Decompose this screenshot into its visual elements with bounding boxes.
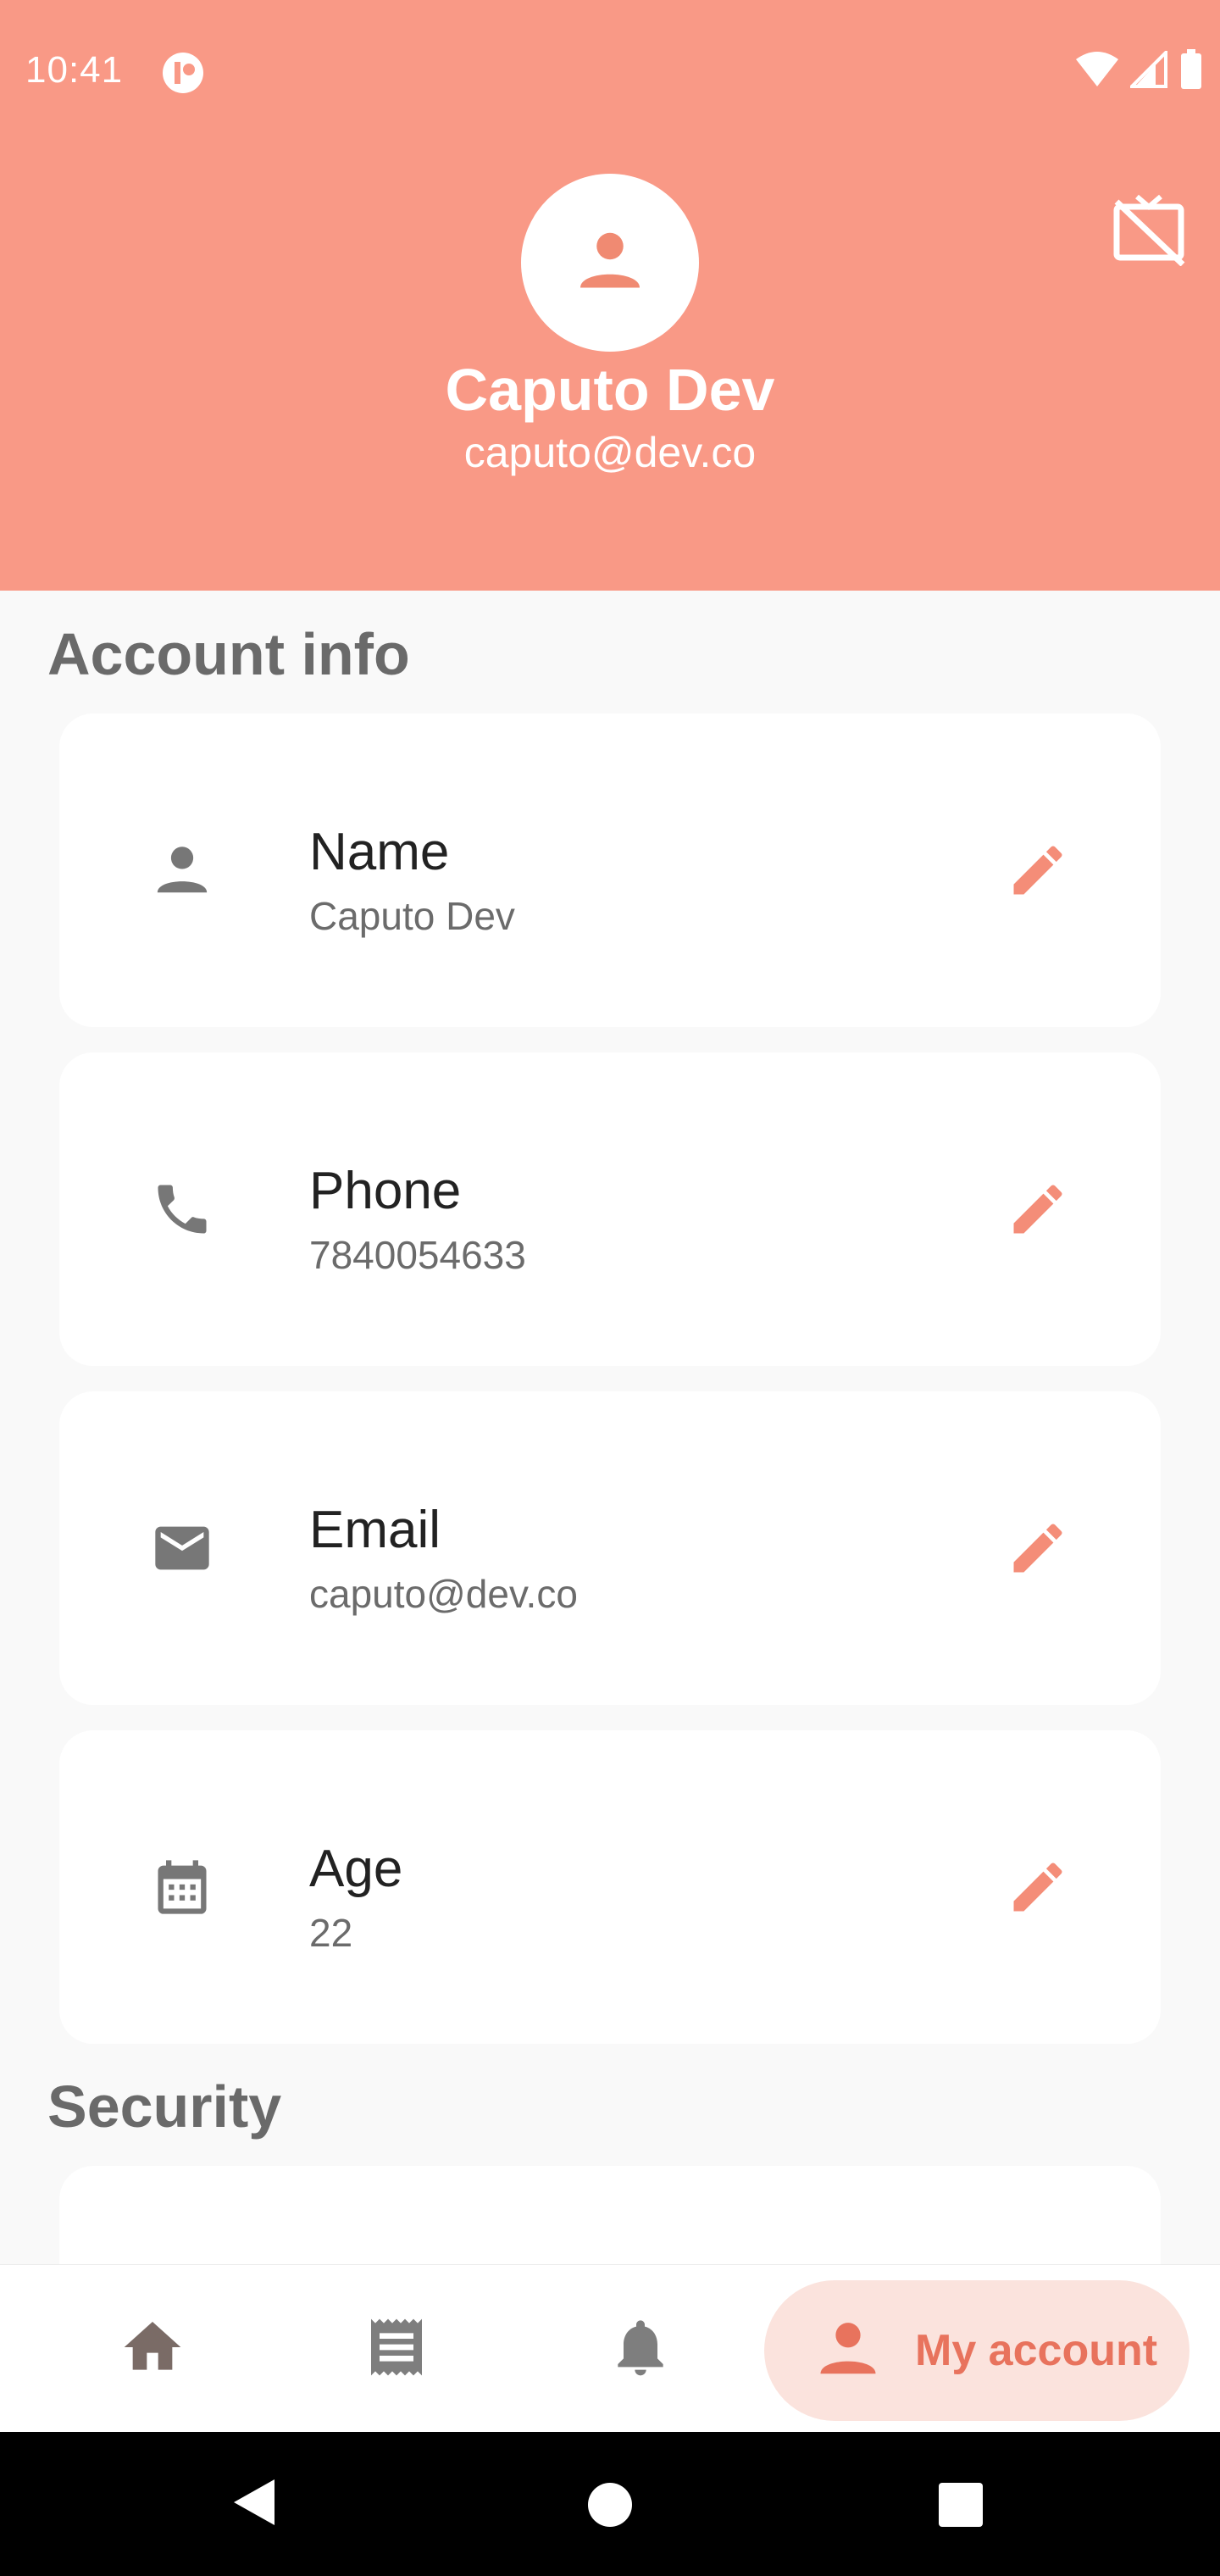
field-label: Age — [309, 1840, 403, 1898]
system-nav-bar — [0, 2432, 1220, 2576]
edit-icon[interactable] — [1000, 1171, 1076, 1247]
back-icon[interactable] — [229, 2476, 278, 2533]
nav-item-notifications[interactable] — [556, 2265, 725, 2433]
person-icon — [815, 2316, 881, 2386]
person-icon — [144, 832, 220, 908]
edit-icon[interactable] — [1000, 1849, 1076, 1925]
cast-off-icon[interactable] — [1112, 193, 1188, 267]
account-field-card-age[interactable]: Age 22 — [59, 1730, 1161, 2044]
home-circle-icon[interactable] — [586, 2481, 634, 2533]
status-icons — [1076, 49, 1203, 90]
field-label: Name — [309, 823, 450, 881]
field-value: 22 — [309, 1911, 353, 1955]
profile-name: Caputo Dev — [445, 357, 775, 423]
wifi-icon — [1076, 51, 1118, 88]
nav-item-home[interactable] — [68, 2265, 237, 2433]
person-icon — [574, 225, 646, 301]
bottom-nav: My account — [0, 2264, 1220, 2432]
field-value: Caputo Dev — [309, 894, 515, 938]
section-title-security: Security — [47, 2074, 282, 2140]
home-icon — [119, 2313, 186, 2385]
field-label: Email — [309, 1501, 441, 1559]
field-value: 7840054633 — [309, 1233, 526, 1277]
phone-icon — [144, 1171, 220, 1247]
profile-email: caputo@dev.co — [463, 429, 757, 476]
receipt-icon — [363, 2313, 430, 2385]
field-value: caputo@dev.co — [309, 1572, 578, 1616]
status-time: 10:41 — [25, 49, 124, 91]
nav-item-label: My account — [915, 2326, 1158, 2375]
mail-icon — [144, 1510, 220, 1586]
nav-item-orders[interactable] — [312, 2265, 481, 2433]
section-title-account-info: Account info — [47, 621, 410, 687]
calendar-icon — [144, 1849, 220, 1925]
account-field-card-name[interactable]: Name Caputo Dev — [59, 713, 1161, 1027]
avatar[interactable] — [521, 174, 699, 352]
recents-icon[interactable] — [937, 2481, 984, 2533]
account-field-card-phone[interactable]: Phone 7840054633 — [59, 1052, 1161, 1366]
battery-icon — [1179, 49, 1203, 90]
cell-signal-icon — [1130, 51, 1167, 88]
edit-icon[interactable] — [1000, 1510, 1076, 1586]
profile-header: 10:41 Caputo Dev caputo@dev.co — [0, 0, 1220, 591]
status-bar: 10:41 — [0, 0, 1220, 144]
app-notification-icon — [161, 51, 205, 95]
edit-icon[interactable] — [1000, 832, 1076, 908]
account-field-card-email[interactable]: Email caputo@dev.co — [59, 1391, 1161, 1705]
nav-item-my-account[interactable]: My account — [764, 2280, 1190, 2421]
bell-icon — [607, 2313, 674, 2385]
field-label: Phone — [309, 1162, 462, 1220]
